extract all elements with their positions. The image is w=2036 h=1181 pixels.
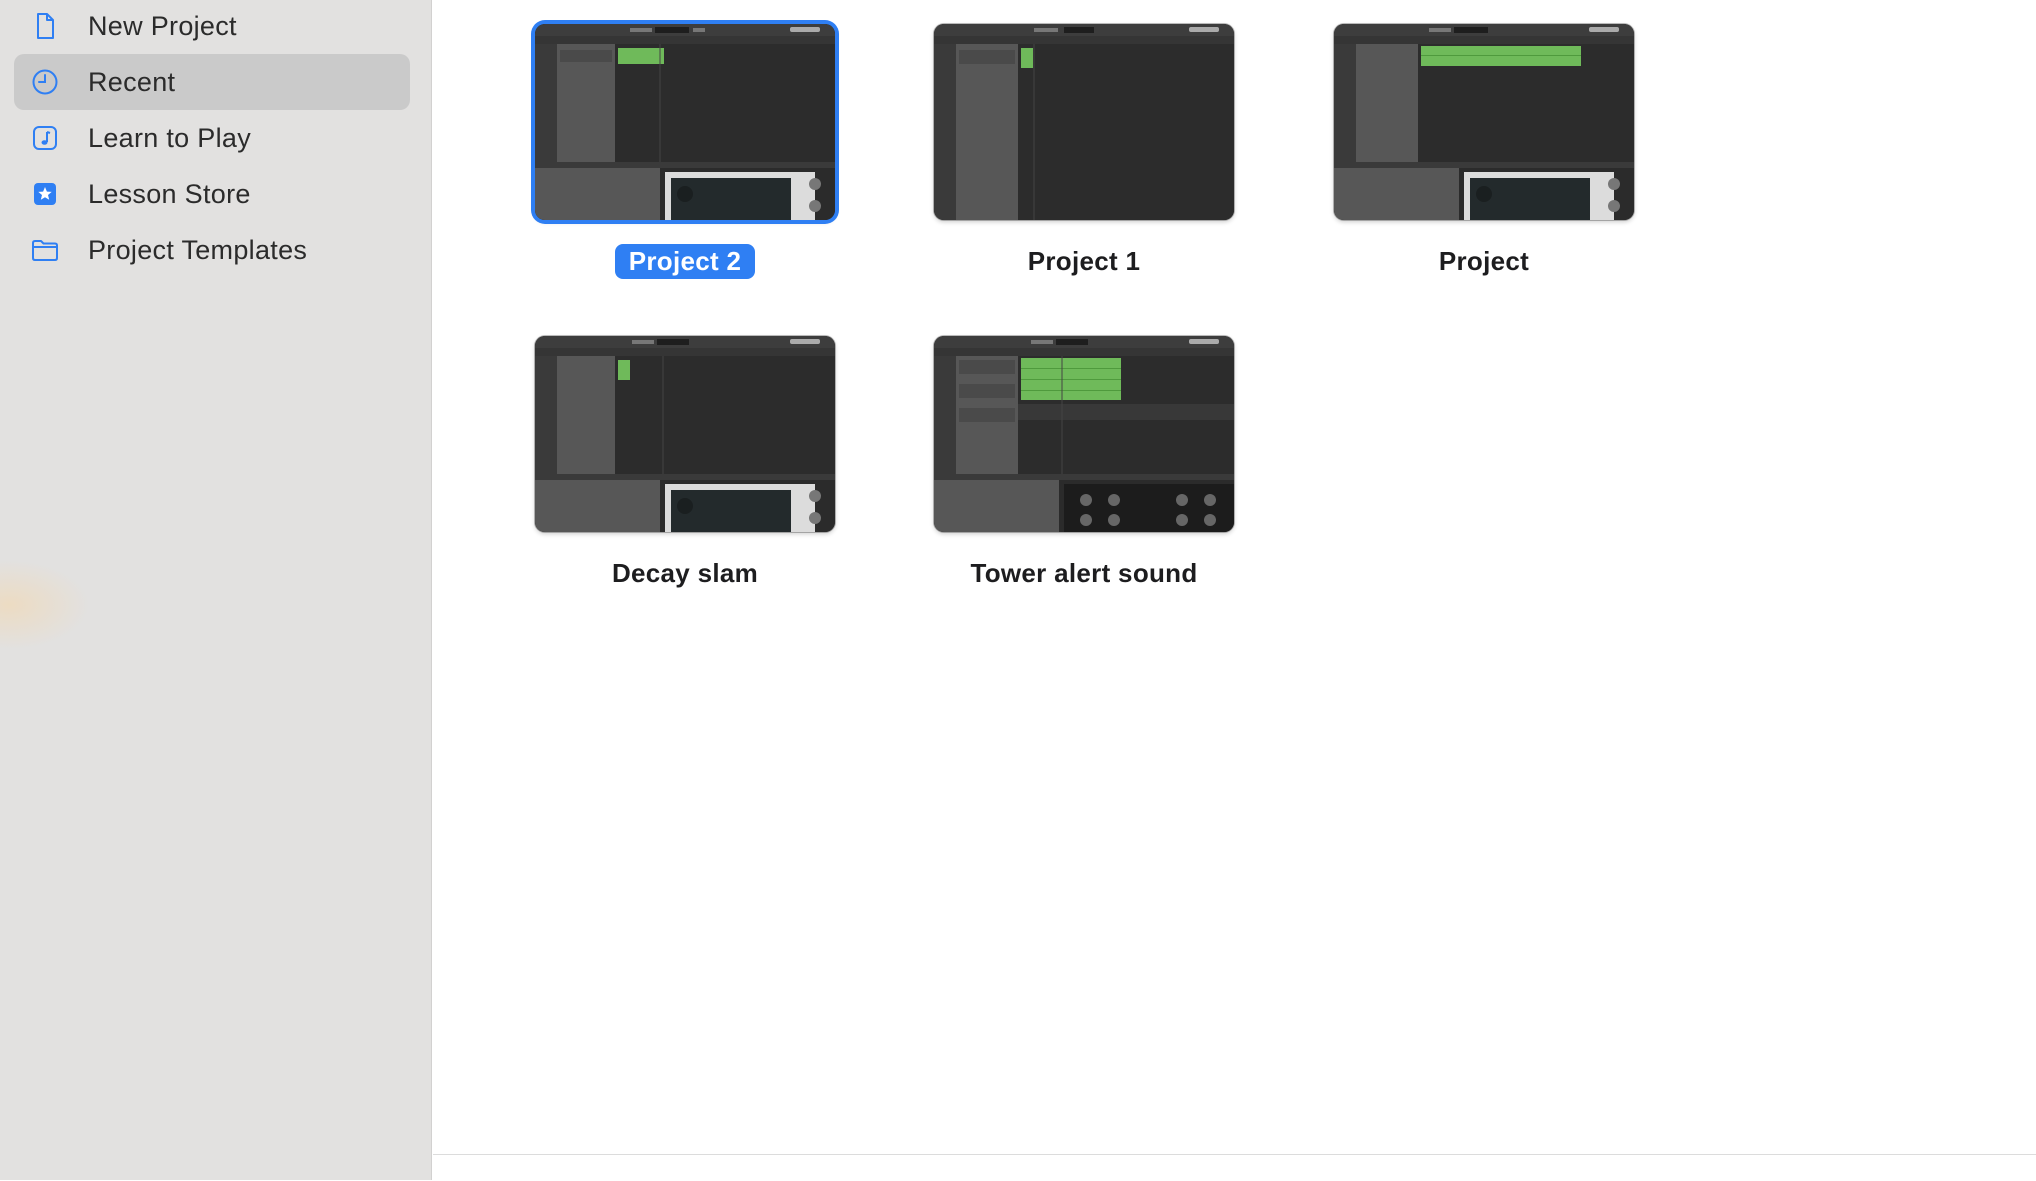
sidebar-item-label: Project Templates — [88, 234, 308, 265]
daw-screenshot-thumbnail — [535, 24, 835, 220]
music-note-icon — [28, 121, 62, 155]
sidebar-item-label: Learn to Play — [88, 122, 251, 153]
sidebar-item-label: Lesson Store — [88, 178, 251, 209]
project-name[interactable]: Tower alert sound — [956, 556, 1211, 591]
sidebar-item-new-project[interactable]: New Project — [14, 0, 410, 54]
sidebar-item-label: Recent — [88, 66, 176, 97]
folder-icon — [28, 233, 62, 267]
sidebar-item-recent[interactable]: Recent — [14, 54, 410, 110]
project-name[interactable]: Project — [1425, 244, 1543, 279]
project-thumbnail[interactable] — [934, 24, 1234, 220]
bottom-bar — [433, 1154, 2036, 1181]
sidebar-item-project-templates[interactable]: Project Templates — [14, 222, 410, 278]
sidebar-item-label: New Project — [88, 10, 237, 41]
project-browser: Project 2 Project 1 Project Decay slam T… — [433, 0, 2036, 1180]
daw-screenshot-thumbnail — [934, 24, 1234, 220]
project-name[interactable]: Project 1 — [1014, 244, 1155, 279]
sidebar-item-learn-to-play[interactable]: Learn to Play — [14, 110, 410, 166]
document-icon — [28, 9, 62, 43]
clock-icon — [28, 65, 62, 99]
sidebar: New Project Recent Learn to Play Lesson … — [0, 0, 432, 1180]
daw-screenshot-thumbnail — [1334, 24, 1634, 220]
daw-screenshot-thumbnail — [934, 336, 1234, 532]
sidebar-item-lesson-store[interactable]: Lesson Store — [14, 166, 410, 222]
project-thumbnail[interactable] — [535, 24, 835, 220]
sidebar-glow — [0, 560, 90, 650]
project-name[interactable]: Decay slam — [598, 556, 772, 591]
daw-screenshot-thumbnail — [535, 336, 835, 532]
star-icon — [28, 177, 62, 211]
project-thumbnail[interactable] — [1334, 24, 1634, 220]
project-name[interactable]: Project 2 — [614, 244, 756, 279]
project-thumbnail[interactable] — [934, 336, 1234, 532]
project-thumbnail[interactable] — [535, 336, 835, 532]
